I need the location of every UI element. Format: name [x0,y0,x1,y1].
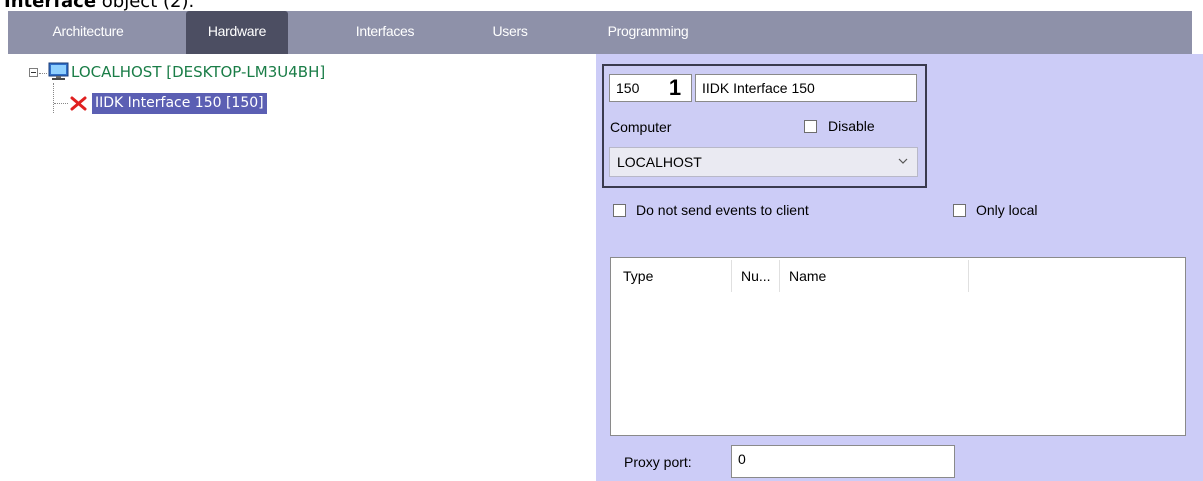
no-events-label: Do not send events to client [636,202,809,218]
proxy-port-field[interactable]: 0 [731,445,955,478]
computer-select-value: LOCALHOST [617,154,702,170]
tree-connector [54,103,68,104]
monitor-icon [48,62,69,80]
no-events-checkbox[interactable] [613,204,626,217]
tab-users[interactable]: Users [470,11,550,54]
column-header-number[interactable]: Nu... [741,258,771,294]
column-separator[interactable] [968,260,969,292]
tree-node-iidk-interface[interactable]: IIDK Interface 150 [150] [92,93,267,114]
object-name-field[interactable]: IIDK Interface 150 [695,74,917,102]
column-header-name[interactable]: Name [789,258,826,294]
chevron-down-icon [898,158,908,164]
hardware-tree [0,54,593,481]
callout-marker: 1 [668,75,682,100]
disable-label: Disable [828,118,875,134]
tree-node-localhost[interactable]: LOCALHOST [DESKTOP-LM3U4BH] [71,62,325,82]
disable-checkbox[interactable] [804,120,817,133]
proxy-port-label: Proxy port: [624,454,692,470]
only-local-checkbox[interactable] [953,204,966,217]
column-header-type[interactable]: Type [623,258,653,294]
computer-select[interactable]: LOCALHOST [609,147,918,177]
computer-label: Computer [610,119,672,135]
devices-list[interactable]: Type Nu... Name [610,257,1186,436]
tab-programming[interactable]: Programming [588,11,708,54]
tab-hardware[interactable]: Hardware [186,11,288,54]
only-local-label: Only local [976,202,1038,218]
column-separator[interactable] [779,260,780,292]
column-separator[interactable] [731,260,732,292]
tree-connector [53,83,54,113]
tab-interfaces[interactable]: Interfaces [330,11,440,54]
main-tab-bar: Architecture Hardware Interfaces Users P… [8,11,1192,54]
error-x-icon [70,96,87,111]
tab-architecture[interactable]: Architecture [33,11,143,54]
tree-connector [39,73,47,74]
collapse-toggle[interactable] [29,68,38,77]
